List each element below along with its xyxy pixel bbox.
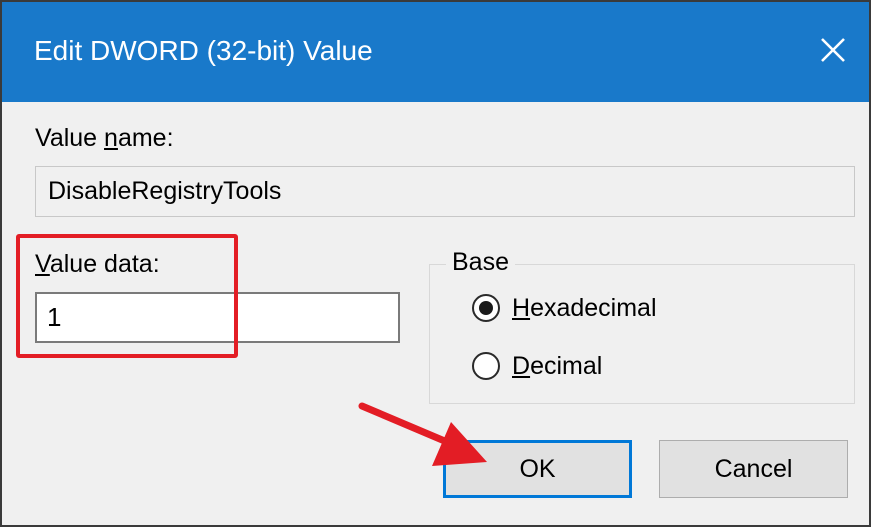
value-name-field: DisableRegistryTools xyxy=(35,166,855,217)
base-group-title: Base xyxy=(446,246,515,278)
edit-dword-dialog: Edit DWORD (32-bit) Value Value name: Di… xyxy=(0,0,871,527)
cancel-button[interactable]: Cancel xyxy=(659,440,848,498)
title-bar: Edit DWORD (32-bit) Value xyxy=(2,2,869,102)
close-icon[interactable] xyxy=(811,28,855,72)
radio-decimal[interactable]: Decimal xyxy=(472,350,652,384)
radio-icon-unselected xyxy=(472,352,500,380)
radio-icon-selected xyxy=(472,294,500,322)
value-name-label: Value name: xyxy=(35,124,174,152)
dialog-title: Edit DWORD (32-bit) Value xyxy=(34,35,373,66)
highlight-box xyxy=(16,234,238,358)
radio-decimal-label: Decimal xyxy=(512,352,603,380)
radio-hexadecimal-label: Hexadecimal xyxy=(512,294,657,322)
radio-hexadecimal[interactable]: Hexadecimal xyxy=(472,292,692,326)
ok-button[interactable]: OK xyxy=(443,440,632,498)
